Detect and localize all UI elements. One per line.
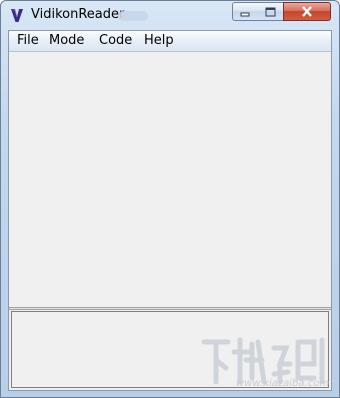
menu-help[interactable]: Help	[143, 33, 175, 48]
window-title: VidikonReader	[31, 7, 125, 22]
app-window: VidikonReader File Mode Code Help	[0, 0, 340, 398]
menu-mode[interactable]: Mode	[48, 33, 85, 48]
output-pane[interactable]	[11, 311, 329, 388]
title-bar[interactable]: VidikonReader	[1, 1, 339, 30]
close-button[interactable]	[283, 2, 331, 21]
close-icon	[302, 6, 312, 17]
watermark-url: www.xiazaiba.com	[236, 378, 330, 389]
maximize-button[interactable]	[258, 2, 284, 21]
title-redaction	[118, 11, 148, 21]
client-area: File Mode Code Help	[8, 30, 332, 391]
minimize-button[interactable]	[232, 2, 259, 21]
menu-file[interactable]: File	[16, 33, 40, 48]
main-content-pane[interactable]	[9, 52, 331, 307]
minimize-icon	[240, 12, 250, 16]
app-logo-icon	[11, 9, 23, 22]
maximize-icon	[265, 7, 276, 16]
pane-splitter[interactable]	[9, 307, 331, 310]
menu-bar: File Mode Code Help	[9, 31, 331, 52]
menu-code[interactable]: Code	[98, 33, 133, 48]
